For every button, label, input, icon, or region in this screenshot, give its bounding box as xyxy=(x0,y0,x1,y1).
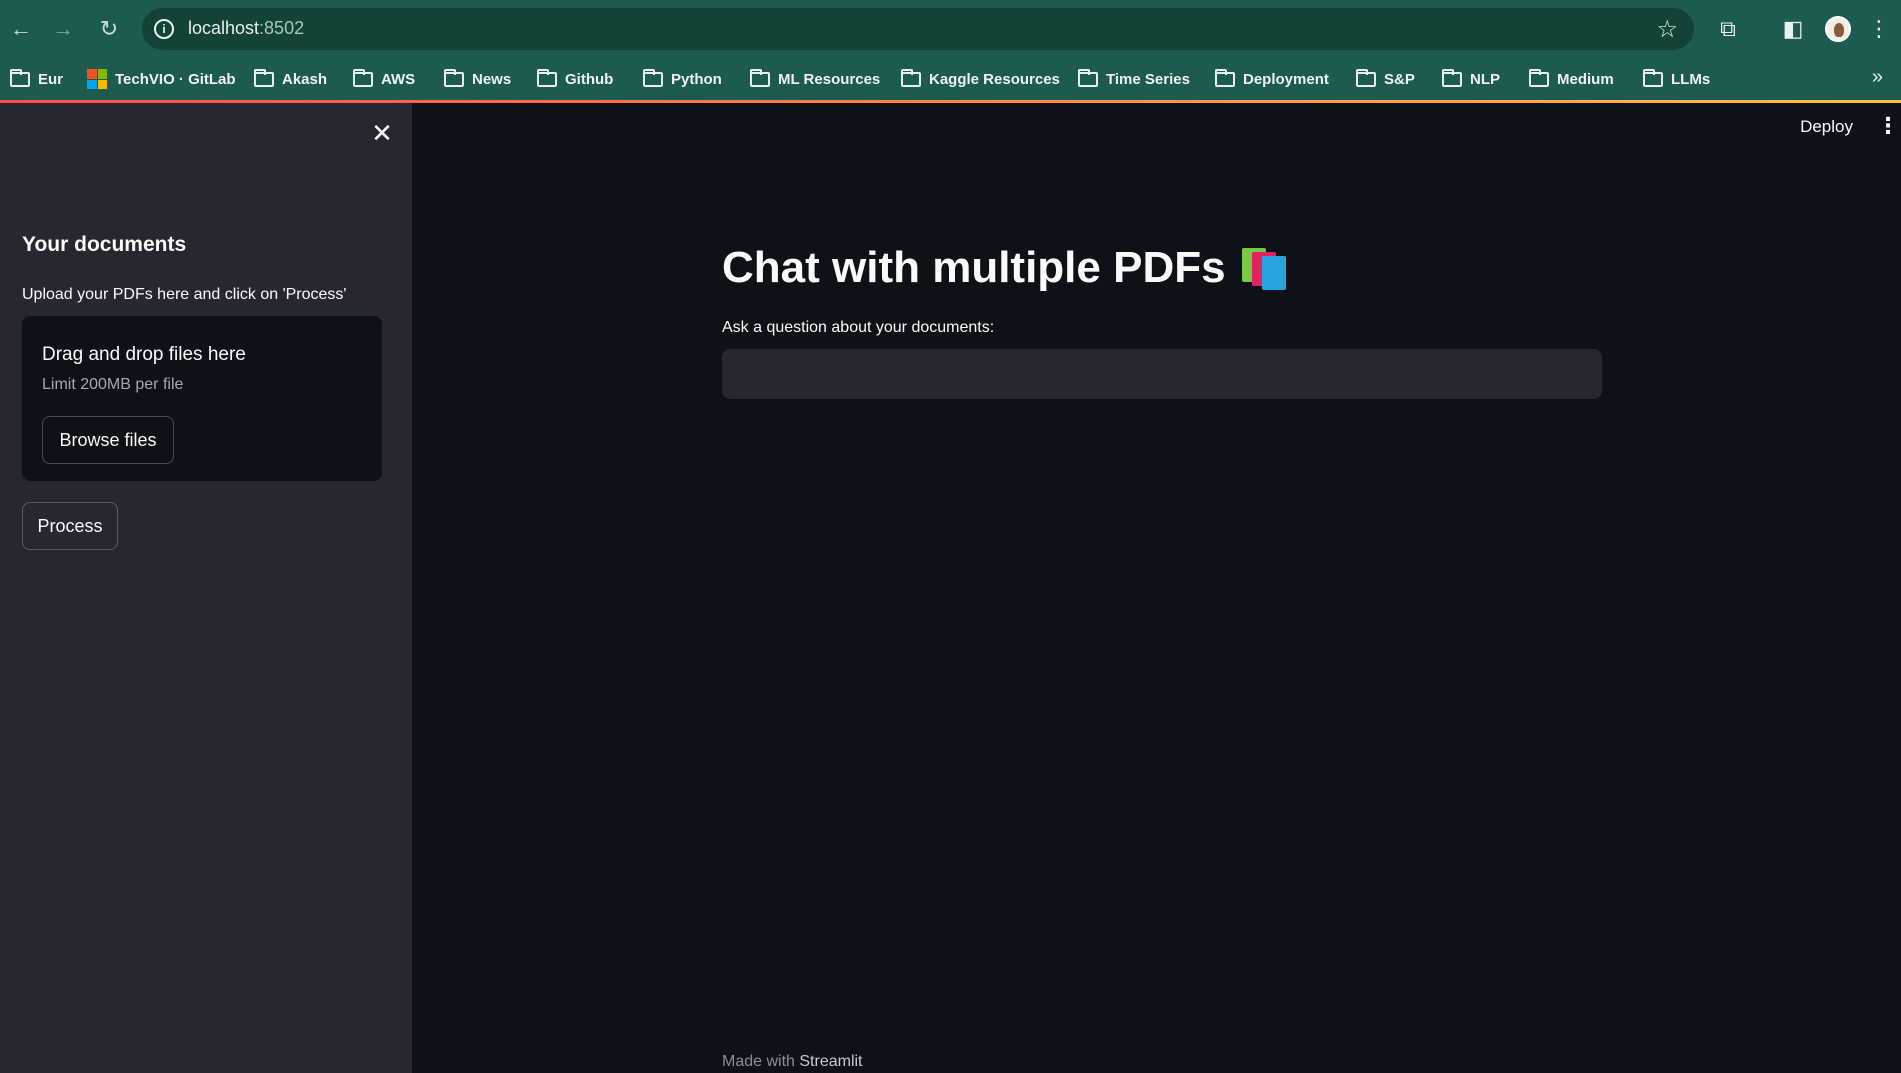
url-text[interactable]: localhost:8502 xyxy=(188,18,304,39)
side-panel-icon[interactable]: ◧ xyxy=(1778,14,1808,44)
folder-icon xyxy=(1442,68,1462,87)
folder-icon xyxy=(1078,68,1098,87)
bookmarks-bar: Eur TechVIO · GitLab Akash AWS News Gith… xyxy=(0,58,1901,100)
folder-icon xyxy=(444,68,464,87)
bookmark-item[interactable]: News xyxy=(444,67,511,91)
browser-toolbar: ← → ↻ i localhost:8502 ☆ ⧉ ◧ ⋮ xyxy=(0,0,1901,58)
bookmark-item[interactable]: Deployment xyxy=(1215,67,1329,91)
folder-icon xyxy=(10,68,30,87)
profile-avatar[interactable] xyxy=(1825,16,1851,42)
bookmark-item[interactable]: NLP xyxy=(1442,67,1500,91)
deploy-button[interactable]: Deploy xyxy=(1800,117,1853,137)
sidebar: ✕ Your documents Upload your PDFs here a… xyxy=(0,103,412,1073)
bookmark-item[interactable]: TechVIO · GitLab xyxy=(87,67,236,91)
forward-arrow-icon[interactable]: → xyxy=(48,14,78,44)
back-arrow-icon[interactable]: ← xyxy=(6,14,36,44)
bookmark-item[interactable]: AWS xyxy=(353,67,415,91)
upload-label: Upload your PDFs here and click on 'Proc… xyxy=(22,286,347,303)
folder-icon xyxy=(1529,68,1549,87)
page-title-text: Chat with multiple PDFs xyxy=(722,243,1226,292)
browse-files-button[interactable]: Browse files xyxy=(42,416,174,464)
more-bookmarks-icon[interactable]: » xyxy=(1872,66,1883,89)
reload-icon[interactable]: ↻ xyxy=(94,14,124,44)
bookmark-item[interactable]: Kaggle Resources xyxy=(901,67,1060,91)
bookmark-item[interactable]: S&P xyxy=(1356,67,1415,91)
bookmark-item[interactable]: Akash xyxy=(254,67,327,91)
bookmark-item[interactable]: Medium xyxy=(1529,67,1614,91)
main-content: Deploy ⋮ Chat with multiple PDFs Ask a q… xyxy=(412,103,1901,1073)
folder-icon xyxy=(1356,68,1376,87)
bookmark-item[interactable]: LLMs xyxy=(1643,67,1710,91)
page-title: Chat with multiple PDFs xyxy=(722,243,1286,293)
site-info-icon[interactable]: i xyxy=(154,19,174,39)
browser-menu-icon[interactable]: ⋮ xyxy=(1868,14,1890,44)
folder-icon xyxy=(1643,68,1663,87)
file-dropzone[interactable]: Drag and drop files here Limit 200MB per… xyxy=(22,316,382,481)
bookmark-item[interactable]: ML Resources xyxy=(750,67,880,91)
streamlit-link[interactable]: Streamlit xyxy=(799,1053,862,1070)
bookmark-item[interactable]: Python xyxy=(643,67,722,91)
app-menu-icon[interactable]: ⋮ xyxy=(1877,115,1899,137)
folder-icon xyxy=(254,68,274,87)
bookmark-item[interactable]: Eur xyxy=(10,67,63,91)
folder-icon xyxy=(353,68,373,87)
address-bar[interactable]: i localhost:8502 ☆ xyxy=(142,8,1694,50)
sidebar-title: Your documents xyxy=(22,233,187,256)
dropzone-title: Drag and drop files here xyxy=(42,344,246,365)
folder-icon xyxy=(1215,68,1235,87)
question-label: Ask a question about your documents: xyxy=(722,319,995,336)
footer-text: Made with xyxy=(722,1053,795,1070)
bookmark-item[interactable]: Github xyxy=(537,67,613,91)
question-input[interactable] xyxy=(722,349,1602,399)
folder-icon xyxy=(750,68,770,87)
bookmark-item[interactable]: Time Series xyxy=(1078,67,1190,91)
folder-icon xyxy=(537,68,557,87)
close-sidebar-icon[interactable]: ✕ xyxy=(370,120,394,146)
folder-icon xyxy=(901,68,921,87)
footer: Made with Streamlit xyxy=(722,1053,863,1071)
books-icon xyxy=(1240,248,1286,290)
microsoft-logo-icon xyxy=(87,69,107,89)
bookmark-star-icon[interactable]: ☆ xyxy=(1656,15,1678,44)
extensions-icon[interactable]: ⧉ xyxy=(1713,14,1743,44)
process-button[interactable]: Process xyxy=(22,502,118,550)
dropzone-limit: Limit 200MB per file xyxy=(42,376,184,393)
folder-icon xyxy=(643,68,663,87)
